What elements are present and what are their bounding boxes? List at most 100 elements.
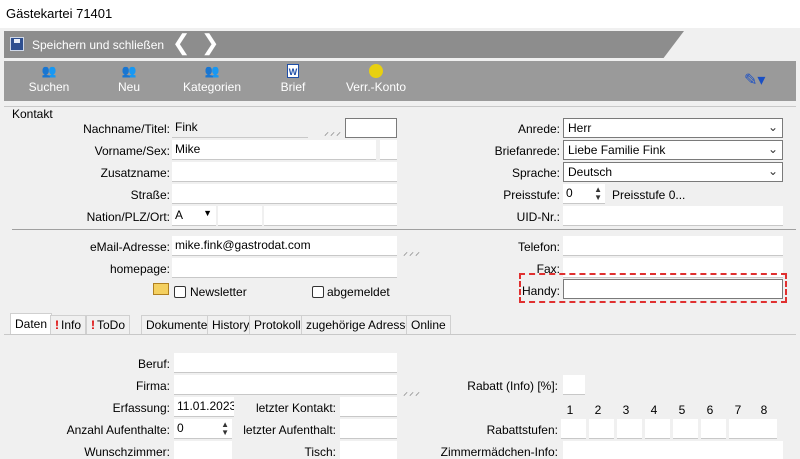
created-field[interactable]: 11.01.2023 [174, 397, 234, 417]
save-and-close-button[interactable]: Speichern und schließen [32, 38, 164, 52]
stepper-arrows-icon[interactable]: ▲ ▼ [594, 186, 602, 202]
unsubscribed-label: abgemeldet [327, 285, 390, 299]
stays-value: 0 [177, 421, 184, 435]
people-search-icon: 👥 [41, 64, 57, 78]
tab-protokoll[interactable]: Protokoll [249, 315, 306, 334]
street-field[interactable] [172, 184, 397, 204]
company-field[interactable] [174, 375, 397, 395]
room-wish-field[interactable] [174, 441, 232, 459]
new-button-label: Neu [117, 80, 140, 94]
salutation-value: Herr [568, 121, 592, 135]
level-number: 7 [734, 403, 742, 417]
street-label: Straße: [130, 188, 170, 202]
stays-stepper[interactable]: 0 ▲ ▼ [174, 419, 232, 439]
tab-info-label: Info [61, 318, 82, 332]
zip-field[interactable] [218, 206, 262, 226]
title-field[interactable] [345, 118, 397, 138]
letter-salutation-select[interactable]: Liebe Familie Fink ⌄ [563, 140, 783, 160]
city-field[interactable] [264, 206, 397, 226]
lastname-field[interactable]: Fink [172, 118, 308, 138]
last-stay-label: letzter Aufenthalt: [243, 423, 336, 437]
job-label: Beruf: [137, 357, 170, 371]
tab-todo-label: ToDo [97, 318, 126, 332]
discount-level-cell[interactable] [729, 419, 754, 439]
categories-button[interactable]: 👥 Kategorien [182, 62, 242, 100]
tools-menu-icon[interactable]: ✎▾ [744, 70, 784, 92]
created-label: Erfassung: [112, 401, 170, 415]
homepage-field[interactable] [172, 258, 397, 278]
people-categories-icon: 👥 [204, 64, 220, 78]
table-field[interactable] [340, 441, 397, 459]
lastname-marks: ⸝⸝⸝ [324, 127, 342, 138]
letter-salutation-value: Liebe Familie Fink [568, 143, 666, 157]
stepper-arrows-icon[interactable]: ▲ ▼ [221, 421, 229, 437]
mobile-label: Handy: [521, 284, 560, 298]
price-level-stepper[interactable]: 0 ▲ ▼ [563, 184, 605, 204]
tab-dokumente[interactable]: Dokumente [141, 315, 213, 334]
tab-todo[interactable]: ! ToDo [86, 315, 131, 334]
alert-icon: ! [91, 318, 95, 332]
save-icon[interactable] [10, 37, 24, 51]
new-button[interactable]: 👥 Neu [106, 62, 152, 100]
discount-field[interactable] [563, 375, 585, 395]
tab-dokumente-label: Dokumente [146, 318, 208, 332]
back-arrow-icon[interactable]: ❮ [172, 32, 190, 54]
coin-icon [369, 64, 383, 78]
envelope-icon [153, 283, 169, 295]
discount-levels-label: Rabattstufen: [486, 423, 558, 437]
forward-arrow-icon[interactable]: ❯ [201, 32, 219, 54]
discount-level-cell[interactable] [701, 419, 726, 439]
suffix-field[interactable] [172, 162, 397, 182]
suffix-label: Zusatzname: [100, 166, 170, 180]
search-button-label: Suchen [28, 80, 70, 94]
discount-level-cell[interactable] [589, 419, 614, 439]
level-number: 3 [622, 403, 630, 417]
chevron-down-icon: ⌄ [767, 120, 778, 134]
last-contact-field[interactable] [340, 397, 397, 417]
maid-info-field[interactable] [563, 441, 783, 459]
contact-group-label: Kontakt [12, 107, 53, 121]
email-field[interactable]: mike.fink@gastrodat.com [172, 236, 397, 256]
job-field[interactable] [174, 353, 397, 373]
contact-group-border [4, 106, 796, 107]
salutation-select[interactable]: Herr ⌄ [563, 118, 783, 138]
nation-label: Nation/PLZ/Ort: [86, 210, 170, 224]
salutation-label: Anrede: [517, 122, 560, 136]
phone-field[interactable] [563, 236, 783, 256]
chevron-down-icon: ⌄ [767, 164, 778, 178]
letter-button[interactable]: W Brief [276, 62, 310, 100]
phone-label: Telefon: [517, 240, 560, 254]
categories-button-label: Kategorien [182, 80, 242, 94]
discount-level-cell[interactable] [645, 419, 670, 439]
nation-select[interactable]: A ▼ [172, 206, 216, 226]
language-value: Deutsch [568, 165, 613, 179]
tab-history[interactable]: History [207, 315, 255, 334]
newsletter-checkbox[interactable] [174, 286, 186, 298]
window-title: Gästekartei 71401 [6, 6, 113, 21]
language-select[interactable]: Deutsch ⌄ [563, 162, 783, 182]
room-wish-label: Wunschzimmer: [84, 445, 170, 459]
mobile-field[interactable] [563, 279, 783, 299]
discount-level-cell[interactable] [561, 419, 586, 439]
unsubscribed-checkbox[interactable] [312, 286, 324, 298]
tab-adressen-label: zugehörige Adressen [306, 318, 419, 332]
window-titlebar: Gästekartei 71401 [0, 0, 800, 28]
newsletter-label: Newsletter [190, 285, 247, 299]
vat-field[interactable] [563, 206, 783, 226]
price-level-label: Preisstufe: [503, 188, 560, 202]
price-level-description: Preisstufe 0... [612, 188, 686, 202]
discount-level-cell[interactable] [673, 419, 698, 439]
last-stay-field[interactable] [340, 419, 397, 439]
tab-daten-label: Daten [15, 317, 48, 331]
tab-info[interactable]: ! Info [50, 315, 87, 334]
discount-level-cell[interactable] [617, 419, 642, 439]
tab-online[interactable]: Online [406, 315, 451, 334]
search-button[interactable]: 👥 Suchen [24, 62, 74, 100]
discount-level-cell[interactable] [752, 419, 777, 439]
tab-daten[interactable]: Daten [10, 313, 53, 334]
tab-protokoll-label: Protokoll [254, 318, 301, 332]
sex-field[interactable] [380, 140, 397, 160]
account-button[interactable]: Verr.-Konto [344, 62, 408, 100]
tab-online-label: Online [411, 318, 446, 332]
firstname-field[interactable]: Mike [172, 140, 376, 160]
